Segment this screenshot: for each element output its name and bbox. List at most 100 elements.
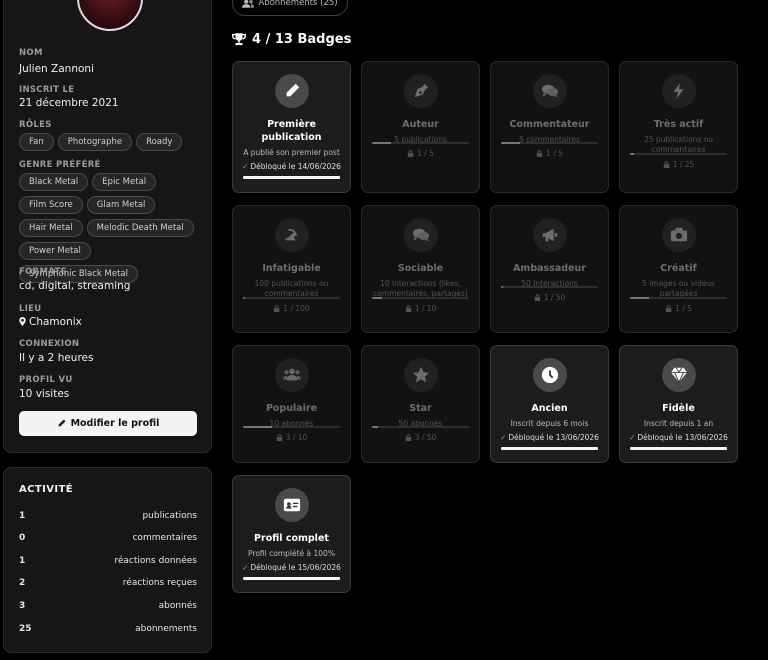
genre-tag[interactable]: Power Metal bbox=[19, 242, 91, 260]
subscriptions-label: Abonnements (25) bbox=[258, 0, 338, 8]
badge-progress-bar bbox=[501, 286, 598, 288]
badges-count: 4 / 13 Badges bbox=[252, 32, 352, 47]
genre-tag[interactable]: Film Score bbox=[19, 196, 83, 214]
badge-unlock-text: Débloqué le 15/06/2026 bbox=[250, 563, 341, 572]
badge-name: Commentateur bbox=[509, 119, 590, 130]
connection-value: Il y a 2 heures bbox=[19, 352, 94, 364]
formats-value: cd, digital, streaming bbox=[19, 280, 131, 292]
badge-progress: 1 / 25 bbox=[620, 160, 737, 169]
badge-progress-bar bbox=[501, 142, 598, 144]
badge-progress-bar bbox=[501, 447, 598, 450]
activity-count: 1 bbox=[19, 511, 26, 521]
badge-progress: 3 / 50 bbox=[362, 433, 479, 442]
badge-card[interactable]: Populaire 10 abonnés 3 / 10 bbox=[232, 345, 351, 463]
location-label: LIEU bbox=[19, 304, 42, 314]
badge-progress-fill bbox=[243, 297, 245, 299]
views-value: 10 visites bbox=[19, 388, 70, 400]
activity-count: 1 bbox=[19, 556, 26, 566]
role-tag[interactable]: Roady bbox=[136, 133, 183, 151]
badge-card[interactable]: Ancien Inscrit depuis 6 mois ✓ Débloqué le … bbox=[490, 345, 609, 463]
badge-progress: 1 / 5 bbox=[362, 149, 479, 158]
roles-label: RÔLES bbox=[19, 120, 52, 130]
badge-progress: 1 / 50 bbox=[491, 293, 608, 302]
badge-name: Infatigable bbox=[262, 263, 321, 274]
badge-progress-bar bbox=[243, 577, 340, 580]
badge-card[interactable]: Sociable 10 interactions (likes, commenta… bbox=[361, 205, 480, 333]
views-label: PROFIL VU bbox=[19, 375, 73, 385]
genre-tag[interactable]: Glam Metal bbox=[86, 196, 156, 214]
badge-progress-fill bbox=[243, 426, 273, 428]
badge-progress-bar bbox=[372, 297, 469, 299]
badge-progress-text: 1 / 5 bbox=[675, 304, 692, 313]
badge-card[interactable]: Profil complet Profil complété à 100% ✓ Déb… bbox=[232, 475, 351, 593]
badge-card[interactable]: Très actif 25 publications ou commentaire… bbox=[619, 61, 738, 193]
subscriptions-tab[interactable]: Abonnements (25) bbox=[232, 0, 348, 16]
genre-tag[interactable]: Black Metal bbox=[19, 173, 89, 191]
badge-progress: 3 / 10 bbox=[233, 433, 350, 442]
pen-nib-icon bbox=[404, 74, 438, 108]
badge-name: Profil complet bbox=[254, 533, 329, 544]
badge-progress-text: 1 / 25 bbox=[672, 160, 695, 169]
badge-name: Première publication bbox=[261, 119, 322, 143]
activity-label: abonnements bbox=[135, 624, 197, 634]
joined-value: 21 décembre 2021 bbox=[19, 97, 119, 109]
badge-description: Profil complété à 100% bbox=[248, 549, 335, 558]
badge-card[interactable]: Infatigable 100 publications ou commentai… bbox=[232, 205, 351, 333]
genre-tag[interactable]: Epic Metal bbox=[92, 173, 157, 191]
joined-label: INSCRIT LE bbox=[19, 85, 75, 95]
role-tag[interactable]: Photographe bbox=[57, 133, 133, 151]
badge-description: A publié son premier post bbox=[243, 148, 340, 157]
comments-icon bbox=[533, 74, 567, 108]
badge-card[interactable]: Fidèle Inscrit depuis 1 an ✓ Débloqué le 13… bbox=[619, 345, 738, 463]
badge-card[interactable]: Première publication A publié son premier… bbox=[232, 61, 351, 193]
badge-description: 5 images ou vidéos partagées bbox=[642, 279, 715, 298]
activity-label: abonnés bbox=[158, 601, 197, 611]
role-tag[interactable]: Fan bbox=[19, 133, 54, 151]
check-icon: ✓ bbox=[629, 433, 636, 442]
avatar[interactable] bbox=[77, 0, 143, 31]
badge-card[interactable]: Star 50 abonnés 3 / 50 bbox=[361, 345, 480, 463]
name-value: Julien Zannoni bbox=[19, 63, 94, 75]
badge-card[interactable]: Auteur 5 publications 1 / 5 bbox=[361, 61, 480, 193]
lock-icon bbox=[536, 150, 543, 157]
badge-progress-fill bbox=[630, 447, 727, 450]
badge-progress: 1 / 10 bbox=[362, 304, 479, 313]
badge-progress-fill bbox=[630, 153, 634, 155]
badge-description: 10 interactions (likes, commentaires, pa… bbox=[373, 279, 468, 298]
badge-unlock-text: Débloqué le 14/06/2026 bbox=[250, 162, 341, 171]
genre-tag[interactable]: Melodic Death Metal bbox=[86, 219, 194, 237]
badge-description: Inscrit depuis 6 mois bbox=[510, 419, 589, 428]
clock-icon bbox=[533, 358, 567, 392]
badge-progress: 1 / 100 bbox=[233, 304, 350, 313]
genre-tag[interactable]: Hair Metal bbox=[19, 219, 83, 237]
badge-name: Très actif bbox=[653, 119, 704, 130]
badge-progress-fill bbox=[243, 577, 340, 580]
badge-progress-bar bbox=[630, 297, 727, 299]
badge-description: 100 publications ou commentaires bbox=[254, 279, 329, 298]
badge-progress-fill bbox=[372, 426, 378, 428]
activity-row: 1 publications bbox=[19, 511, 197, 521]
badge-progress-bar bbox=[372, 142, 469, 144]
megaphone-icon bbox=[533, 218, 567, 252]
id-card-icon bbox=[275, 488, 309, 522]
badge-card[interactable]: Commentateur 5 commentaires 1 / 5 bbox=[490, 61, 609, 193]
formats-label: FORMATS bbox=[19, 267, 67, 277]
badge-card[interactable]: Créatif 5 images ou vidéos partagées 1 / 5 bbox=[619, 205, 738, 333]
badge-card[interactable]: Ambassadeur 50 interactions 1 / 50 bbox=[490, 205, 609, 333]
badge-progress-text: 1 / 5 bbox=[417, 149, 434, 158]
lock-icon bbox=[407, 150, 414, 157]
badge-unlock-text: Débloqué le 13/06/2026 bbox=[508, 433, 599, 442]
trophy-icon bbox=[232, 33, 246, 46]
activity-count: 3 bbox=[19, 601, 26, 611]
activity-count: 2 bbox=[19, 578, 26, 588]
badge-name: Fidèle bbox=[662, 403, 695, 414]
badge-unlock-date: ✓ Débloqué le 13/06/2026 bbox=[620, 433, 737, 442]
badge-progress-bar bbox=[243, 297, 340, 299]
activity-label: publications bbox=[142, 511, 197, 521]
location-text: Chamonix bbox=[29, 316, 82, 328]
badges-title: 4 / 13 Badges bbox=[232, 32, 351, 47]
check-icon: ✓ bbox=[242, 563, 249, 572]
edit-profile-button[interactable]: Modifier le profil bbox=[19, 411, 197, 436]
lock-icon bbox=[534, 294, 540, 301]
star-icon bbox=[404, 358, 438, 392]
